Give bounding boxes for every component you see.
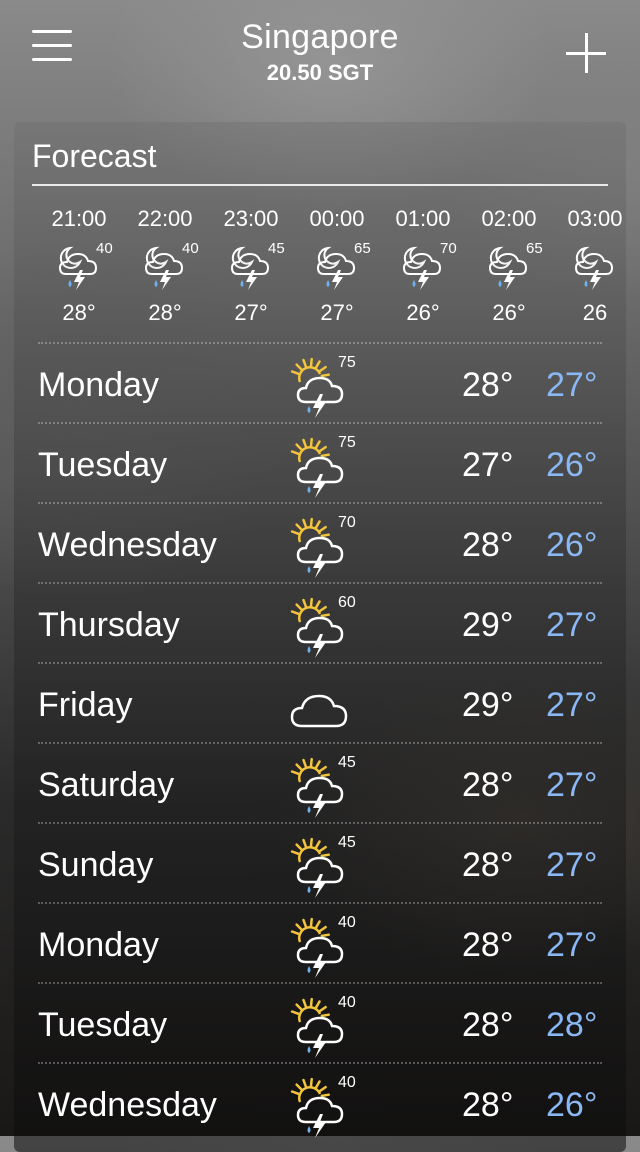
header: Singapore 20.50 SGT [0,0,640,120]
high-temperature: 28° [462,766,514,804]
day-name: Saturday [38,766,175,804]
precipitation-chance: 40 [338,914,356,931]
low-temperature: 27° [546,366,598,404]
hour-temperature: 27° [234,300,268,325]
precipitation-chance: 70 [440,240,457,257]
precipitation-chance: 75 [338,434,356,451]
day-row[interactable]: Friday 29° 27° [38,662,602,744]
precipitation-chance: 60 [338,594,356,611]
hour-temperature: 28° [148,300,182,325]
cloud-icon [288,676,352,740]
low-temperature: 27° [546,766,598,804]
day-row[interactable]: Wednesday 70 28° 26° [38,502,602,584]
day-name: Tuesday [38,446,168,484]
high-temperature: 27° [462,446,514,484]
hour-temperature: 28° [62,300,96,325]
hour-time: 00:00 [309,206,365,231]
hourly-item: 23:00 45 27° [208,192,294,342]
hour-time: 01:00 [395,206,451,231]
high-temperature: 29° [462,686,514,724]
hour-time: 23:00 [223,206,279,231]
high-temperature: 28° [462,526,514,564]
hour-temperature: 26 [582,300,608,325]
local-time: 20.50 SGT [266,60,374,85]
day-name: Monday [38,366,159,404]
high-temperature: 28° [462,1086,514,1124]
day-name: Sunday [38,846,154,884]
divider [32,184,608,186]
day-row[interactable]: Tuesday 75 27° 26° [38,422,602,504]
hour-time: 03:00 [567,206,623,231]
low-temperature: 27° [546,926,598,964]
low-temperature: 27° [546,846,598,884]
low-temperature: 28° [546,1006,598,1044]
day-name: Tuesday [38,1006,168,1044]
day-row[interactable]: Tuesday 40 28° 28° [38,982,602,1064]
precipitation-chance: 65 [354,240,371,257]
night-thunderstorm-icon [572,240,622,294]
precipitation-chance: 45 [268,240,285,257]
day-name: Wednesday [38,526,217,564]
hour-temperature: 27° [320,300,354,325]
hourly-item: 22:00 40 28° [122,192,208,342]
day-name: Thursday [38,606,180,644]
hourly-item: 03:00 26 [552,192,626,342]
high-temperature: 28° [462,846,514,884]
high-temperature: 28° [462,926,514,964]
hourly-forecast[interactable]: 21:00 40 28° 22:00 40 28° 23:00 45 27° 00:00 65 27°… [14,192,626,342]
low-temperature: 27° [546,606,598,644]
hourly-item: 02:00 65 26° [466,192,552,342]
precipitation-chance: 45 [338,834,356,851]
hour-time: 21:00 [51,206,107,231]
city-name: Singapore [241,18,399,56]
plus-icon[interactable] [566,33,606,73]
hourly-item: 00:00 65 27° [294,192,380,342]
forecast-panel: Forecast 21:00 40 28° 22:00 40 28° 23:00 45 27° 0… [14,122,626,1152]
day-name: Friday [38,686,133,724]
precipitation-chance: 40 [338,994,356,1011]
precipitation-chance: 75 [338,354,356,371]
day-row[interactable]: Thursday 60 29° 27° [38,582,602,664]
day-row[interactable]: Sunday 45 28° 27° [38,822,602,904]
forecast-title: Forecast [32,138,157,174]
hour-temperature: 26° [406,300,440,325]
low-temperature: 26° [546,446,598,484]
day-name: Monday [38,926,159,964]
day-row[interactable]: Monday 75 28° 27° [38,342,602,424]
precipitation-chance: 65 [526,240,543,257]
precipitation-chance: 40 [338,1074,356,1091]
day-row[interactable]: Wednesday 40 28° 26° [38,1062,602,1144]
day-row[interactable]: Saturday 45 28° 27° [38,742,602,824]
hourly-item: 21:00 40 28° [36,192,122,342]
hour-time: 22:00 [137,206,193,231]
hourly-item: 01:00 70 26° [380,192,466,342]
precipitation-chance: 70 [338,514,356,531]
high-temperature: 29° [462,606,514,644]
precipitation-chance: 45 [338,754,356,771]
low-temperature: 27° [546,686,598,724]
precipitation-chance: 40 [182,240,199,257]
low-temperature: 26° [546,1086,598,1124]
precipitation-chance: 40 [96,240,113,257]
hour-time: 02:00 [481,206,537,231]
day-name: Wednesday [38,1086,217,1124]
day-row[interactable]: Monday 40 28° 27° [38,902,602,984]
high-temperature: 28° [462,1006,514,1044]
hour-temperature: 26° [492,300,526,325]
high-temperature: 28° [462,366,514,404]
low-temperature: 26° [546,526,598,564]
